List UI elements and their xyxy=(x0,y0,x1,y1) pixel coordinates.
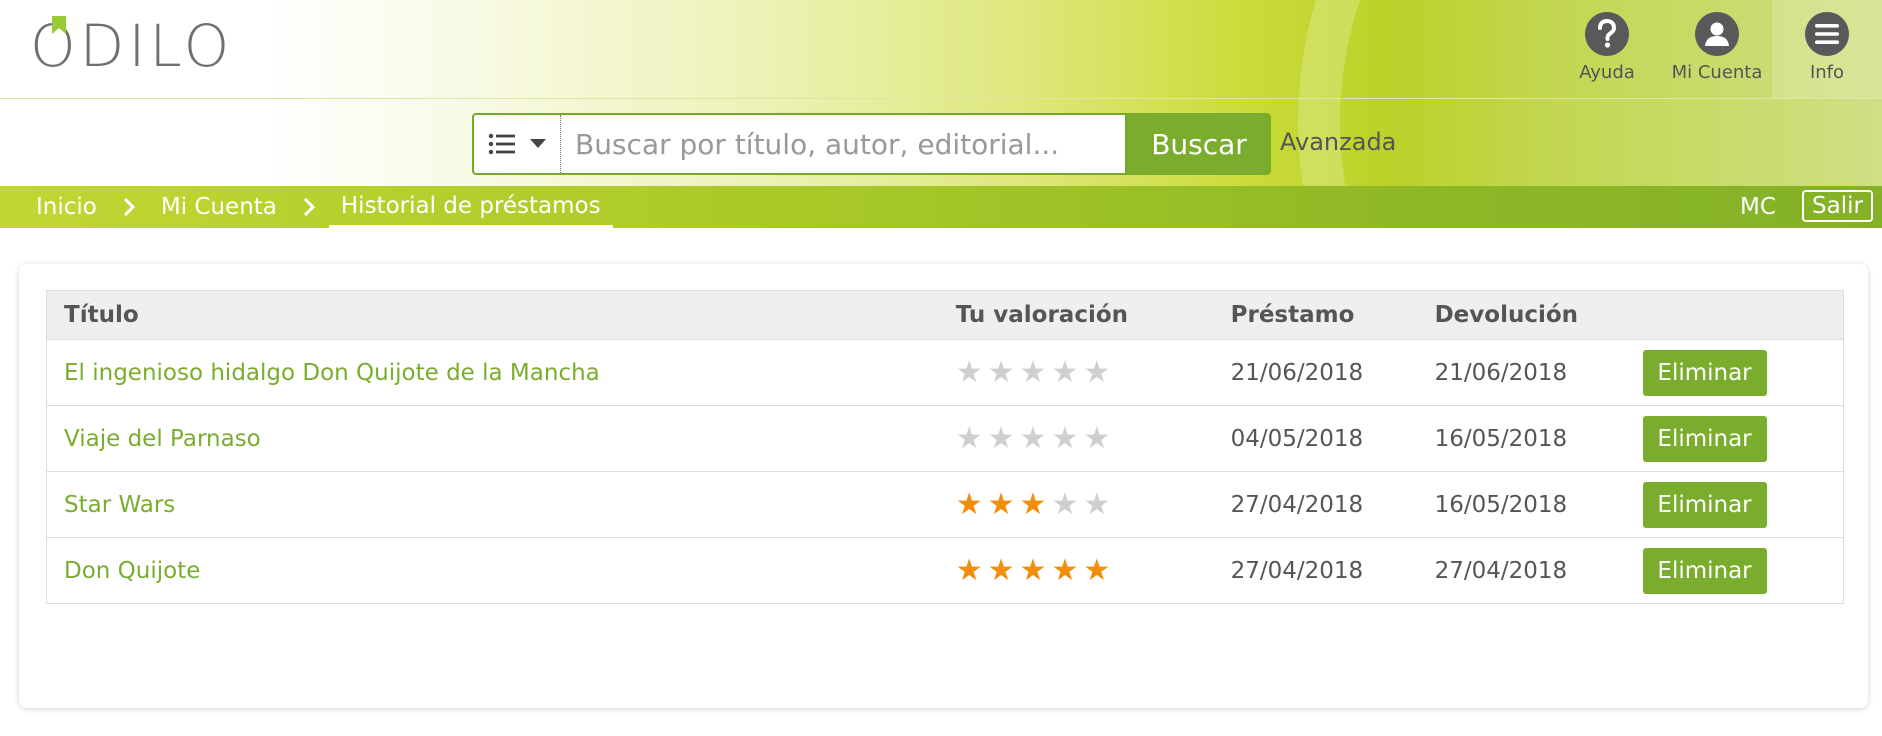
star-icon[interactable]: ★ xyxy=(1051,357,1078,388)
table-row: Star Wars ★ ★ ★ ★ ★ 27/04/2018 16/05/2018 El… xyxy=(46,471,1844,538)
search-box xyxy=(472,113,1127,175)
account-label: Mi Cuenta xyxy=(1671,62,1763,83)
search-button[interactable]: Buscar xyxy=(1127,113,1271,175)
odilo-logo[interactable]: ODILO xyxy=(30,14,233,78)
return-date: 16/05/2018 xyxy=(1417,405,1626,472)
star-icon[interactable]: ★ xyxy=(988,423,1015,454)
breadcrumb-historial: Historial de préstamos xyxy=(328,186,613,228)
delete-button[interactable]: Eliminar xyxy=(1642,349,1767,396)
info-button[interactable]: Info xyxy=(1772,0,1882,98)
star-icon[interactable]: ★ xyxy=(1020,489,1047,520)
loan-history-card: Título Tu valoración Préstamo Devolución… xyxy=(19,264,1868,708)
star-icon[interactable]: ★ xyxy=(1051,423,1078,454)
star-icon[interactable]: ★ xyxy=(1083,423,1110,454)
account-button[interactable]: Mi Cuenta xyxy=(1662,0,1772,98)
star-icon[interactable]: ★ xyxy=(988,555,1015,586)
delete-button[interactable]: Eliminar xyxy=(1642,547,1767,594)
breadcrumb-mi-cuenta[interactable]: Mi Cuenta xyxy=(149,186,289,228)
star-icon[interactable]: ★ xyxy=(956,555,983,586)
column-header-rating[interactable]: Tu valoración xyxy=(938,290,1214,340)
chevron-right-icon xyxy=(289,197,329,217)
book-title-link[interactable]: Star Wars xyxy=(64,492,175,518)
rating-stars[interactable]: ★ ★ ★ ★ ★ xyxy=(956,423,1197,454)
search-type-dropdown[interactable] xyxy=(474,115,561,173)
search-bar: Buscar xyxy=(472,113,1271,175)
star-icon[interactable]: ★ xyxy=(988,489,1015,520)
rating-stars[interactable]: ★ ★ ★ ★ ★ xyxy=(956,489,1197,520)
user-circle-icon xyxy=(1695,12,1739,56)
table-row: Don Quijote ★ ★ ★ ★ ★ 27/04/2018 27/04/2018 … xyxy=(46,537,1844,604)
column-header-actions xyxy=(1625,290,1844,340)
return-date: 21/06/2018 xyxy=(1417,339,1626,406)
star-icon[interactable]: ★ xyxy=(1051,555,1078,586)
caret-down-icon xyxy=(530,139,546,148)
column-header-return[interactable]: Devolución xyxy=(1417,290,1626,340)
return-date: 16/05/2018 xyxy=(1417,471,1626,538)
rating-stars[interactable]: ★ ★ ★ ★ ★ xyxy=(956,357,1197,388)
star-icon[interactable]: ★ xyxy=(1020,357,1047,388)
user-initials[interactable]: MC xyxy=(1740,186,1776,228)
star-icon[interactable]: ★ xyxy=(988,357,1015,388)
star-icon[interactable]: ★ xyxy=(1051,489,1078,520)
loan-date: 21/06/2018 xyxy=(1213,339,1418,406)
help-button[interactable]: Ayuda xyxy=(1552,0,1662,98)
logo-bookmark-icon xyxy=(52,16,66,34)
star-icon[interactable]: ★ xyxy=(1020,423,1047,454)
star-icon[interactable]: ★ xyxy=(1083,555,1110,586)
advanced-search-link[interactable]: Avanzada xyxy=(1280,128,1396,156)
menu-circle-icon xyxy=(1805,12,1849,56)
loan-history-table: Título Tu valoración Préstamo Devolución… xyxy=(46,290,1844,604)
star-icon[interactable]: ★ xyxy=(956,423,983,454)
table-header-row: Título Tu valoración Préstamo Devolución xyxy=(46,290,1844,340)
star-icon[interactable]: ★ xyxy=(1083,357,1110,388)
search-input[interactable] xyxy=(561,115,1125,173)
star-icon[interactable]: ★ xyxy=(1083,489,1110,520)
book-title-link[interactable]: Viaje del Parnaso xyxy=(64,426,261,452)
header-divider xyxy=(0,98,1882,99)
star-icon[interactable]: ★ xyxy=(956,357,983,388)
table-row: El ingenioso hidalgo Don Quijote de la M… xyxy=(46,339,1844,406)
help-label: Ayuda xyxy=(1579,62,1635,83)
chevron-right-icon xyxy=(109,197,149,217)
breadcrumb-bar: Inicio Mi Cuenta Historial de préstamos … xyxy=(0,186,1882,228)
breadcrumb: Inicio Mi Cuenta Historial de préstamos xyxy=(24,186,613,228)
delete-button[interactable]: Eliminar xyxy=(1642,481,1767,528)
question-circle-icon xyxy=(1585,12,1629,56)
info-label: Info xyxy=(1809,62,1845,83)
rating-stars[interactable]: ★ ★ ★ ★ ★ xyxy=(956,555,1197,586)
star-icon[interactable]: ★ xyxy=(956,489,983,520)
table-row: Viaje del Parnaso ★ ★ ★ ★ ★ 04/05/2018 16/05… xyxy=(46,405,1844,472)
list-icon xyxy=(488,133,515,155)
book-title-link[interactable]: El ingenioso hidalgo Don Quijote de la M… xyxy=(64,360,600,386)
star-icon[interactable]: ★ xyxy=(1020,555,1047,586)
column-header-loan[interactable]: Préstamo xyxy=(1213,290,1418,340)
return-date: 27/04/2018 xyxy=(1417,537,1626,604)
loan-date: 27/04/2018 xyxy=(1213,537,1418,604)
loan-date: 27/04/2018 xyxy=(1213,471,1418,538)
loan-date: 04/05/2018 xyxy=(1213,405,1418,472)
logout-button[interactable]: Salir xyxy=(1802,190,1873,222)
book-title-link[interactable]: Don Quijote xyxy=(64,558,200,584)
column-header-title[interactable]: Título xyxy=(46,290,939,340)
delete-button[interactable]: Eliminar xyxy=(1642,415,1767,462)
breadcrumb-inicio[interactable]: Inicio xyxy=(24,186,109,228)
top-nav: Ayuda Mi Cuenta Info xyxy=(1552,0,1882,98)
